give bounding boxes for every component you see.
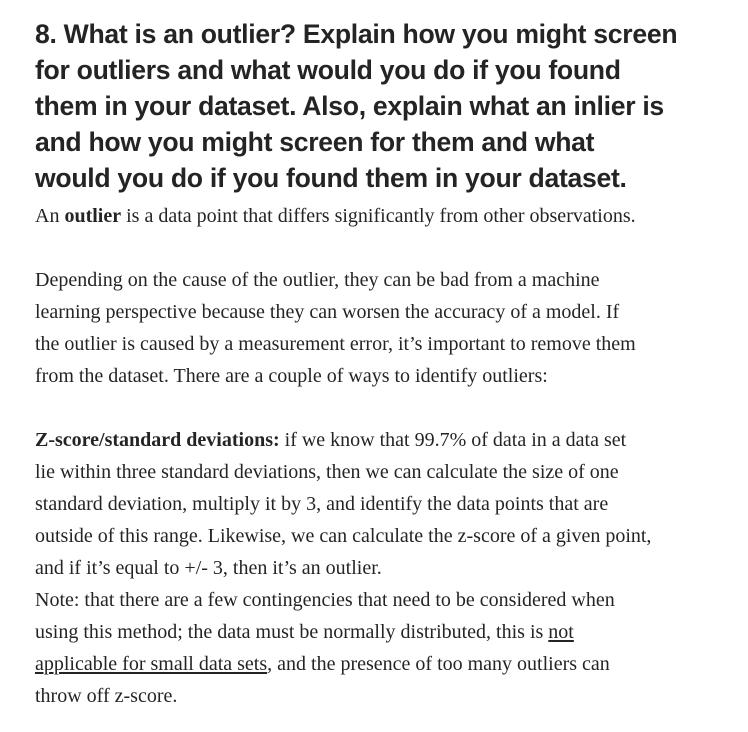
outlier-term: outlier: [64, 205, 122, 227]
heading-line: 8. What is an outlier? Explain how you m…: [35, 19, 678, 49]
text-run: using this method; the data must be norm…: [35, 621, 549, 643]
paragraph-line: the outlier is caused by a measurement e…: [35, 333, 636, 355]
article-body: An outlier is a data point that differs …: [35, 200, 728, 712]
note-paragraph: Note: that there are a few contingencies…: [35, 584, 728, 712]
zscore-paragraph: Z-score/standard deviations: if we know …: [35, 424, 728, 584]
heading-line: would you do if you found them in your d…: [35, 163, 627, 193]
text-run: An: [35, 205, 65, 227]
zscore-term: Z-score/standard deviations:: [35, 429, 280, 451]
paragraph-line: Z-score/standard deviations: if we know …: [35, 424, 728, 456]
text-run: is a data point that differs significant…: [121, 205, 636, 227]
section-heading: 8. What is an outlier? Explain how you m…: [35, 16, 728, 196]
heading-line: them in your dataset. Also, explain what…: [35, 91, 664, 121]
paragraph-line: applicable for small data sets, and the …: [35, 648, 728, 680]
paragraph-line: outside of this range. Likewise, we can …: [35, 525, 652, 547]
paragraph-line: throw off z-score.: [35, 685, 178, 707]
small-datasets-link[interactable]: applicable for small data sets: [35, 653, 267, 675]
paragraph-line: learning perspective because they can wo…: [35, 301, 620, 323]
text-run: , and the presence of too many outliers …: [267, 653, 610, 675]
article: 8. What is an outlier? Explain how you m…: [0, 0, 748, 712]
paragraph-line: Depending on the cause of the outlier, t…: [35, 269, 600, 291]
heading-line: for outliers and what would you do if yo…: [35, 55, 621, 85]
text-run: if we know that 99.7% of data in a data …: [279, 429, 627, 451]
paragraph-line: from the dataset. There are a couple of …: [35, 365, 548, 387]
paragraph-line: standard deviation, multiply it by 3, an…: [35, 493, 609, 515]
paragraph-line: using this method; the data must be norm…: [35, 616, 728, 648]
outlier-definition-paragraph: An outlier is a data point that differs …: [35, 200, 728, 232]
outlier-cause-paragraph: Depending on the cause of the outlier, t…: [35, 264, 728, 392]
heading-line: and how you might screen for them and wh…: [35, 127, 595, 157]
paragraph-line: lie within three standard deviations, th…: [35, 461, 619, 483]
paragraph-line: and if it’s equal to +/- 3, then it’s an…: [35, 557, 382, 579]
paragraph-line: An outlier is a data point that differs …: [35, 200, 728, 232]
paragraph-line: Note: that there are a few contingencies…: [35, 589, 615, 611]
small-datasets-link[interactable]: not: [548, 621, 574, 643]
